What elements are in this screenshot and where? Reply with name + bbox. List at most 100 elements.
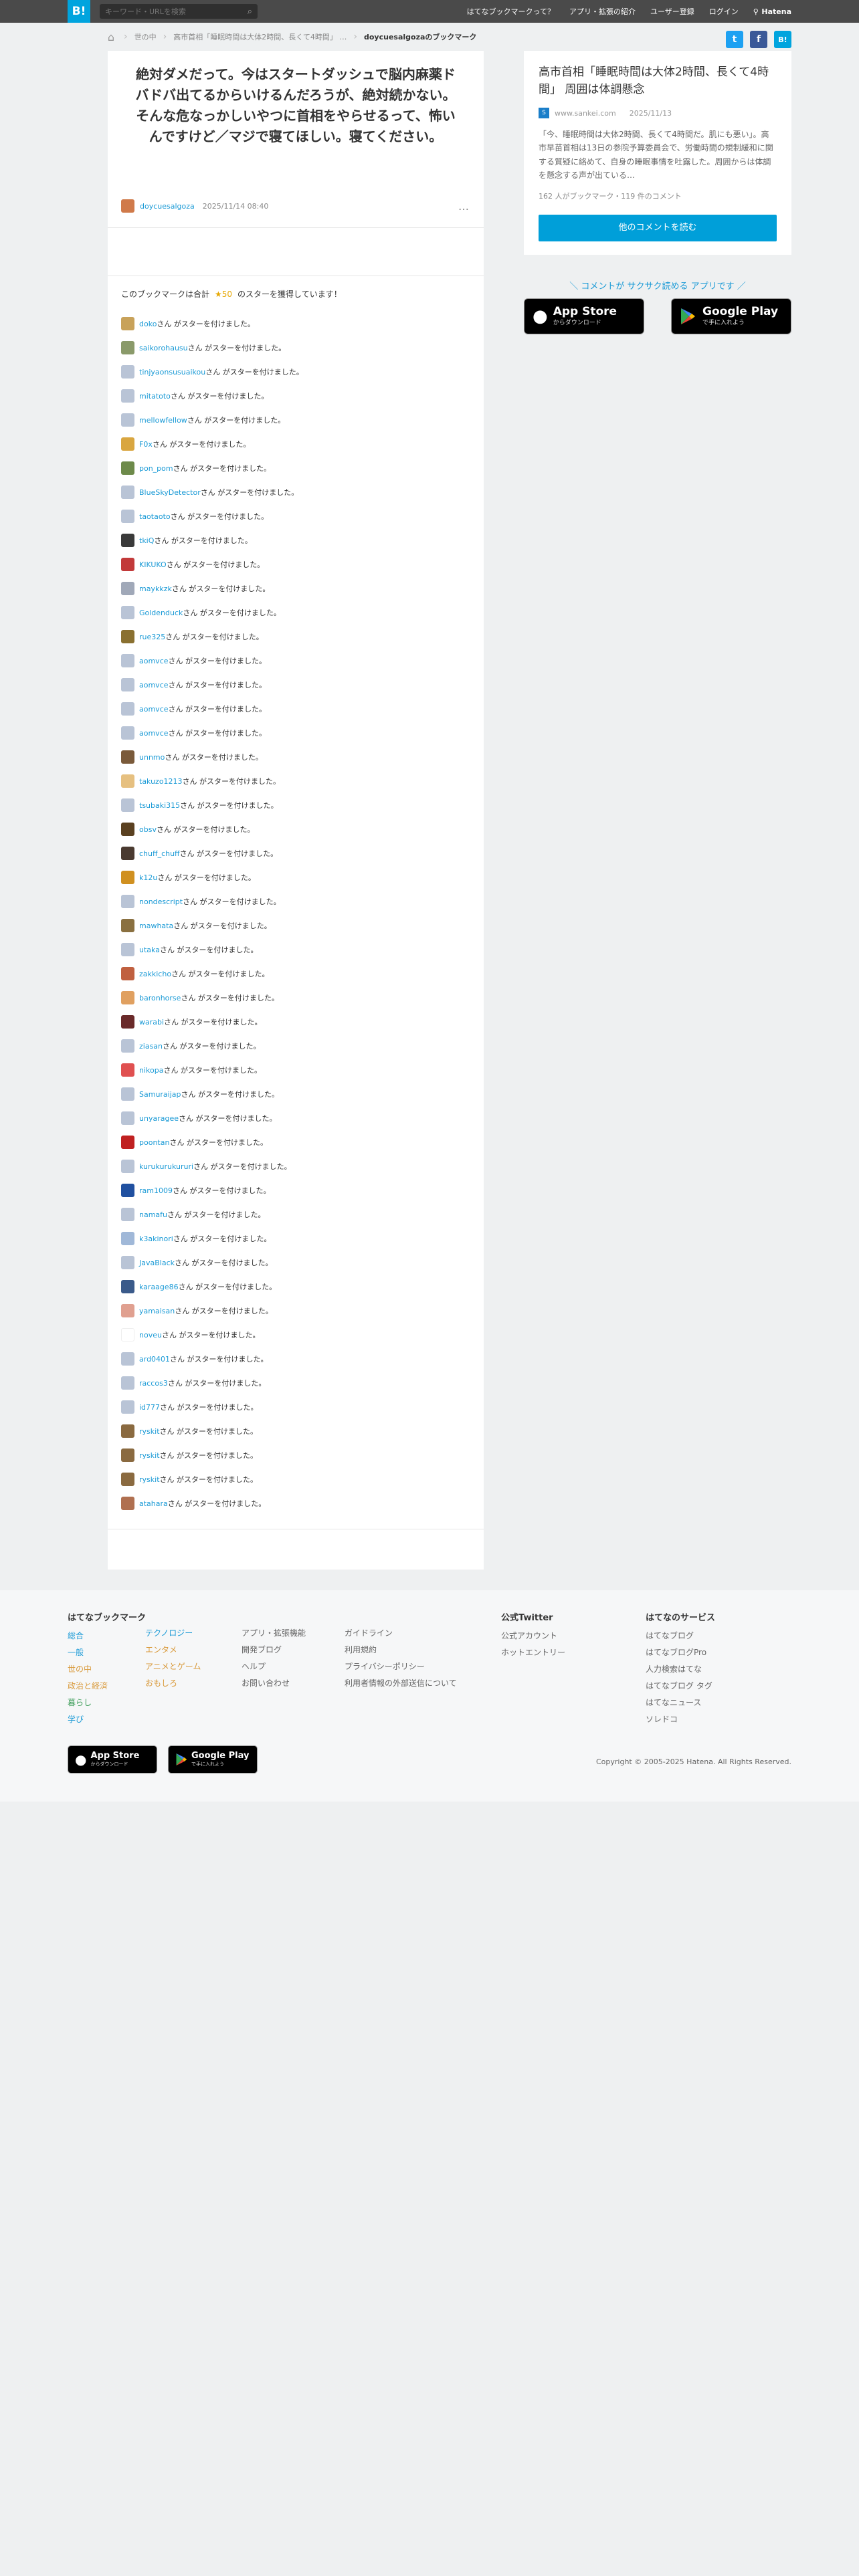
footer-link[interactable]: 開発ブログ xyxy=(242,1644,306,1660)
star-user-name[interactable]: k12u xyxy=(139,873,157,882)
avatar[interactable] xyxy=(121,437,134,451)
star-user-name[interactable]: baronhorse xyxy=(139,994,181,1002)
star-user-name[interactable]: kurukurukururi xyxy=(139,1162,193,1171)
avatar[interactable] xyxy=(121,1400,134,1414)
avatar[interactable] xyxy=(121,1160,134,1173)
avatar[interactable] xyxy=(121,750,134,764)
avatar[interactable] xyxy=(121,1473,134,1486)
avatar[interactable] xyxy=(121,389,134,403)
avatar[interactable] xyxy=(121,341,134,354)
footer-link[interactable]: ホットエントリー xyxy=(501,1646,565,1663)
star-user-name[interactable]: k3akinori xyxy=(139,1235,173,1243)
star-user-name[interactable]: ryskit xyxy=(139,1451,160,1460)
footer-link[interactable]: テクノロジー xyxy=(145,1627,201,1644)
star-user-name[interactable]: tkiQ xyxy=(139,536,154,545)
home-icon[interactable]: ⌂ xyxy=(105,31,117,43)
star-user-name[interactable]: ryskit xyxy=(139,1427,160,1436)
avatar[interactable] xyxy=(121,1087,134,1101)
star-user-name[interactable]: karaage86 xyxy=(139,1283,179,1291)
breadcrumb-entry[interactable]: 高市首相「睡眠時間は大体2時間、長くて4時間」 … xyxy=(173,31,347,42)
avatar[interactable] xyxy=(121,943,134,956)
footer-link[interactable]: ソレドコ xyxy=(646,1713,715,1730)
entry-stats[interactable]: 162 人がブックマーク・119 件のコメント xyxy=(539,191,777,201)
star-user-name[interactable]: nondescript xyxy=(139,897,183,906)
avatar[interactable] xyxy=(121,317,134,330)
star-user-name[interactable]: aomvce xyxy=(139,681,169,689)
avatar[interactable] xyxy=(121,1039,134,1053)
footer-link[interactable]: ヘルプ xyxy=(242,1660,306,1677)
star-user-name[interactable]: Samuraijap xyxy=(139,1090,181,1099)
star-user-name[interactable]: yamaisan xyxy=(139,1307,175,1315)
footer-link[interactable]: 暮らし xyxy=(68,1697,146,1713)
facebook-share-icon[interactable]: f xyxy=(750,31,767,48)
avatar[interactable] xyxy=(121,823,134,836)
nav-about[interactable]: はてなブックマークって？ xyxy=(467,6,555,17)
avatar[interactable] xyxy=(121,967,134,980)
avatar[interactable] xyxy=(121,1328,134,1341)
star-user-name[interactable]: JavaBlack xyxy=(139,1259,175,1267)
footer-link[interactable]: アプリ・拡張機能 xyxy=(242,1627,306,1644)
avatar[interactable] xyxy=(121,774,134,788)
hatena-bookmark-logo[interactable]: B! xyxy=(68,0,90,23)
star-user-name[interactable]: saikorohausu xyxy=(139,344,188,352)
breadcrumb-category[interactable]: 世の中 xyxy=(134,31,157,42)
footer-link[interactable]: ガイドライン xyxy=(345,1627,457,1644)
twitter-share-icon[interactable]: t xyxy=(726,31,743,48)
nav-register[interactable]: ユーザー登録 xyxy=(650,6,694,17)
star-user-name[interactable]: namafu xyxy=(139,1210,167,1219)
footer-link[interactable]: 世の中 xyxy=(68,1663,146,1680)
avatar[interactable] xyxy=(121,1015,134,1029)
star-user-name[interactable]: BlueSkyDetector xyxy=(139,488,201,497)
nav-apps[interactable]: アプリ・拡張の紹介 xyxy=(569,6,636,17)
avatar[interactable] xyxy=(121,413,134,427)
avatar[interactable] xyxy=(121,510,134,523)
star-user-name[interactable]: unnmo xyxy=(139,753,165,762)
star-user-name[interactable]: aomvce xyxy=(139,729,169,738)
entry-title[interactable]: 高市首相「睡眠時間は大体2時間、長くて4時間」 周囲は体調懸念 xyxy=(539,64,777,98)
footer-link[interactable]: はてなブログPro xyxy=(646,1646,715,1663)
avatar[interactable] xyxy=(121,1136,134,1149)
star-user-name[interactable]: tsubaki315 xyxy=(139,801,180,810)
comment-date[interactable]: 2025/11/14 08:40 xyxy=(203,202,269,211)
star-user-name[interactable]: mawhata xyxy=(139,922,173,930)
avatar[interactable] xyxy=(121,726,134,740)
avatar[interactable] xyxy=(121,461,134,475)
search-icon[interactable]: ⌕ xyxy=(248,7,252,17)
footer-link[interactable]: はてなニュース xyxy=(646,1697,715,1713)
avatar[interactable] xyxy=(121,798,134,812)
search-box[interactable]: ⌕ xyxy=(100,4,258,19)
read-other-comments-button[interactable]: 他のコメントを読む xyxy=(539,214,777,241)
avatar[interactable] xyxy=(121,1352,134,1366)
avatar[interactable] xyxy=(121,1063,134,1077)
google-play-button[interactable]: Google Play で手に入れよう xyxy=(671,298,791,334)
avatar[interactable] xyxy=(121,606,134,619)
avatar[interactable] xyxy=(121,895,134,908)
avatar[interactable] xyxy=(121,199,134,213)
star-user-name[interactable]: ard0401 xyxy=(139,1355,170,1364)
star-user-name[interactable]: rue325 xyxy=(139,633,165,641)
more-menu-icon[interactable]: … xyxy=(458,200,469,213)
star-user-name[interactable]: aomvce xyxy=(139,705,169,714)
avatar[interactable] xyxy=(121,1424,134,1438)
star-user-name[interactable]: pon_pom xyxy=(139,464,173,473)
footer-link[interactable]: 公式アカウント xyxy=(501,1630,565,1646)
avatar[interactable] xyxy=(121,1497,134,1510)
avatar[interactable] xyxy=(121,1280,134,1293)
footer-link[interactable]: 利用規約 xyxy=(345,1644,457,1660)
hatena-brand[interactable]: ⚲ Hatena xyxy=(753,7,791,17)
avatar[interactable] xyxy=(121,486,134,499)
avatar[interactable] xyxy=(121,871,134,884)
footer-link[interactable]: 利用者情報の外部送信について xyxy=(345,1677,457,1694)
avatar[interactable] xyxy=(121,365,134,379)
star-user-name[interactable]: doko xyxy=(139,320,157,328)
footer-link[interactable]: プライバシーポリシー xyxy=(345,1660,457,1677)
footer-google-play-button[interactable]: Google Play で手に入れよう xyxy=(168,1745,258,1774)
avatar[interactable] xyxy=(121,558,134,571)
avatar[interactable] xyxy=(121,1448,134,1462)
footer-link[interactable]: はてなブログ xyxy=(646,1630,715,1646)
star-user-name[interactable]: obsv xyxy=(139,825,157,834)
footer-link[interactable]: おもしろ xyxy=(145,1677,201,1694)
avatar[interactable] xyxy=(121,847,134,860)
star-user-name[interactable]: mellowfellow xyxy=(139,416,187,425)
footer-link[interactable]: はてなブログ タグ xyxy=(646,1680,715,1697)
